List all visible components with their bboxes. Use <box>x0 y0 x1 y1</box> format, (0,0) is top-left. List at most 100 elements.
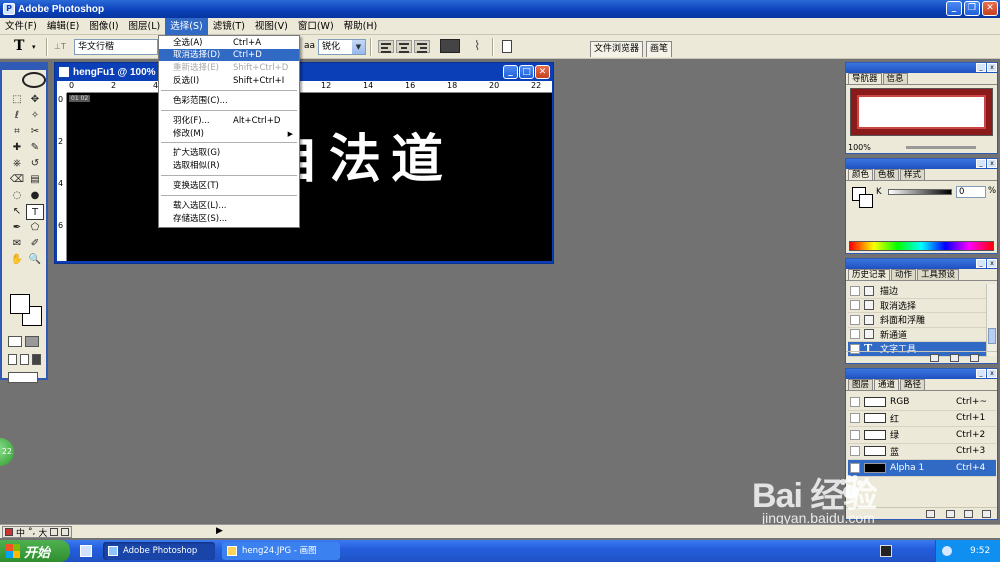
minimize-icon[interactable]: _ <box>976 159 986 168</box>
tab-brushes[interactable]: 画笔 <box>646 41 673 57</box>
tab-paths[interactable]: 路径 <box>900 379 926 390</box>
ime-width[interactable]: 大 <box>38 526 47 539</box>
close-icon[interactable]: x <box>987 259 997 268</box>
text-orientation-icon[interactable]: ⊥T <box>54 42 66 51</box>
brush-icon[interactable]: ✎ <box>26 140 44 156</box>
tab-layers[interactable]: 图层 <box>848 379 874 390</box>
photoshop-logo-icon[interactable] <box>22 72 46 88</box>
restore-button[interactable]: ❐ <box>964 1 980 16</box>
status-menu-arrow[interactable]: ▶ <box>216 526 223 536</box>
history-brush-source-checkbox[interactable] <box>850 314 860 325</box>
select-menu-item[interactable]: 羽化(F)... Alt+Ctrl+D <box>159 115 299 127</box>
menu-8[interactable]: 帮助(H) <box>339 18 383 35</box>
tab-actions[interactable]: 动作 <box>891 269 917 280</box>
palettes-toggle-icon[interactable] <box>502 40 512 53</box>
foreground-color[interactable] <box>10 294 30 314</box>
ime-toolbar[interactable]: 中 °, 大 <box>2 526 73 539</box>
menu-2[interactable]: 图像(I) <box>84 18 123 35</box>
history-item[interactable]: 新通道 <box>848 328 988 342</box>
tab-tool-presets[interactable]: 工具预设 <box>917 269 960 280</box>
select-menu-item[interactable]: 修改(M) ▶ <box>159 128 299 140</box>
minimize-icon[interactable]: _ <box>976 369 986 378</box>
panel-titlebar[interactable]: _ x <box>846 159 997 169</box>
magic-wand-icon[interactable]: ✧ <box>26 108 44 124</box>
slice-icon[interactable]: ✂ <box>26 124 44 140</box>
new-snapshot-icon[interactable] <box>950 354 959 362</box>
tab-swatches[interactable]: 色板 <box>874 169 900 180</box>
ime-menu-icon[interactable] <box>61 528 70 536</box>
select-menu-item[interactable]: 选取相似(R) <box>159 160 299 172</box>
history-brush-icon[interactable]: ↺ <box>26 156 44 172</box>
ruler-left[interactable]: 0 2 4 6 <box>57 93 67 261</box>
close-icon[interactable]: x <box>987 369 997 378</box>
history-brush-source-checkbox[interactable] <box>850 300 860 311</box>
channel-row[interactable]: 红 Ctrl+1 <box>848 411 996 427</box>
select-menu-item[interactable]: 扩大选取(G) <box>159 147 299 159</box>
screen-mode-2-icon[interactable] <box>20 354 29 365</box>
menu-4[interactable]: 选择(S) <box>165 17 208 35</box>
channel-row[interactable]: RGB Ctrl+~ <box>848 394 996 411</box>
tray-network-icon[interactable] <box>942 546 952 556</box>
history-brush-source-checkbox[interactable] <box>850 285 860 296</box>
navigator-zoom-slider[interactable] <box>906 146 976 149</box>
channel-row[interactable]: 绿 Ctrl+2 <box>848 427 996 444</box>
taskbar-photoshop[interactable]: Adobe Photoshop <box>103 542 215 560</box>
panel-titlebar[interactable]: _ x <box>846 63 997 73</box>
crop-icon[interactable]: ⌗ <box>8 124 26 140</box>
move-icon[interactable]: ✥ <box>26 92 44 108</box>
standard-mode-icon[interactable] <box>8 336 22 347</box>
align-left-button[interactable] <box>378 40 394 53</box>
jump-to-imageready-icon[interactable] <box>8 372 38 383</box>
ruler-top[interactable]: 0246810121416182022 <box>67 81 552 93</box>
history-item[interactable]: 取消选择 <box>848 299 988 313</box>
select-menu-item[interactable]: 重新选择(E) Shift+Ctrl+D <box>159 62 299 74</box>
hand-icon[interactable]: ✋ <box>8 252 26 268</box>
color-spectrum[interactable] <box>849 241 994 251</box>
tab-color[interactable]: 颜色 <box>848 169 874 180</box>
gradient-icon[interactable]: ▤ <box>26 172 44 188</box>
taskbar-paint[interactable]: heng24.JPG - 画图 <box>222 542 340 560</box>
channel-row[interactable]: 蓝 Ctrl+3 <box>848 444 996 460</box>
tab-styles[interactable]: 样式 <box>900 169 926 180</box>
tab-channels[interactable]: 通道 <box>874 379 900 390</box>
trash-icon[interactable] <box>970 354 979 362</box>
marquee-icon[interactable]: ⬚ <box>8 92 26 108</box>
select-menu-item[interactable]: 取消选择(D) Ctrl+D <box>159 49 299 61</box>
visibility-eye-icon[interactable] <box>850 396 860 407</box>
select-menu-item[interactable]: 反选(I) Shift+Ctrl+I <box>159 75 299 87</box>
color-slider[interactable] <box>888 189 952 195</box>
eraser-icon[interactable]: ⌫ <box>8 172 26 188</box>
healing-icon[interactable]: ✚ <box>8 140 26 156</box>
new-document-icon[interactable] <box>930 354 939 362</box>
warp-text-icon[interactable]: ⌇ <box>474 39 480 54</box>
ime-logo-icon[interactable] <box>5 528 13 536</box>
select-menu-item[interactable]: 存储选区(S)... <box>159 213 299 225</box>
panel-titlebar[interactable]: _ x <box>846 369 997 379</box>
history-scrollbar[interactable] <box>986 284 996 356</box>
ruler-origin[interactable] <box>57 81 67 93</box>
text-color-swatch[interactable] <box>440 39 460 53</box>
font-family-select[interactable]: 华文行楷 <box>74 39 158 55</box>
navigator-zoom[interactable]: 100% <box>848 143 871 152</box>
menu-5[interactable]: 滤镜(T) <box>208 18 250 35</box>
visibility-eye-icon[interactable] <box>850 429 860 440</box>
menu-3[interactable]: 图层(L) <box>124 18 166 35</box>
select-menu-item[interactable]: 色彩范围(C)... <box>159 95 299 107</box>
panel-titlebar[interactable]: _ x <box>846 259 997 269</box>
screen-mode-3-icon[interactable] <box>32 354 41 365</box>
tray-app-icon[interactable] <box>880 545 892 557</box>
close-button[interactable]: ✕ <box>982 1 998 16</box>
select-menu-item[interactable]: 载入选区(L)... <box>159 200 299 212</box>
stamp-icon[interactable]: ⎈ <box>8 156 26 172</box>
close-icon[interactable]: x <box>987 159 997 168</box>
menu-6[interactable]: 视图(V) <box>250 18 293 35</box>
select-menu-item[interactable]: 全选(A) Ctrl+A <box>159 37 299 49</box>
minimize-icon[interactable]: _ <box>976 63 986 72</box>
document-titlebar[interactable]: hengFu1 @ 100% <box>55 63 553 81</box>
type-icon[interactable]: T <box>26 204 44 220</box>
menu-0[interactable]: 文件(F) <box>0 18 42 35</box>
minimize-button[interactable]: _ <box>946 1 962 16</box>
minimize-icon[interactable]: _ <box>976 259 986 268</box>
quick-launch-icon[interactable] <box>80 545 92 557</box>
ime-mode[interactable]: 中 <box>16 526 25 539</box>
